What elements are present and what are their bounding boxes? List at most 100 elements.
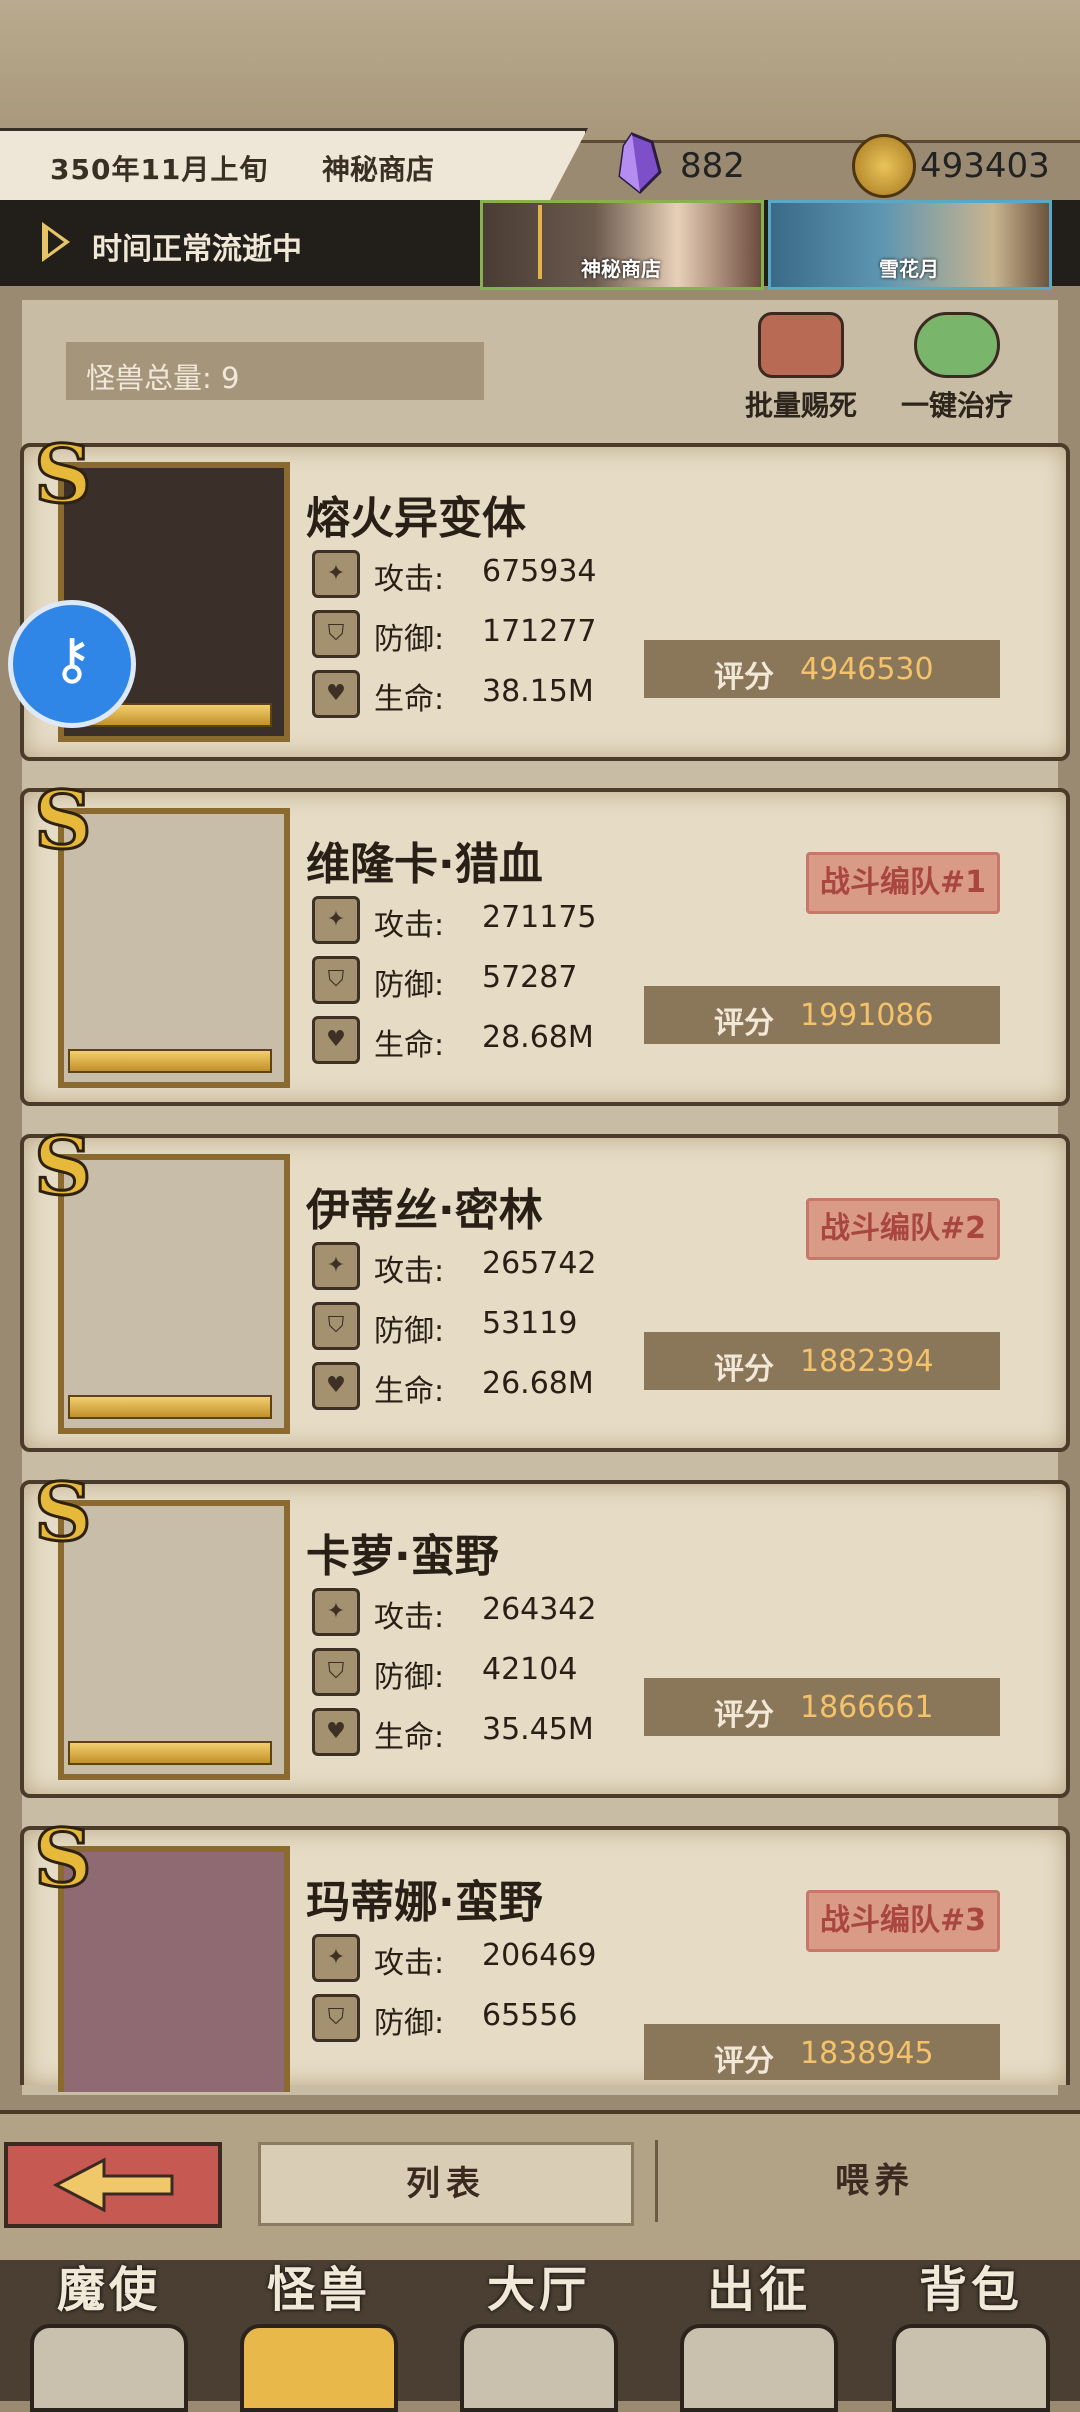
heart-icon: ♥ bbox=[312, 1708, 360, 1756]
nav-monster[interactable]: 怪兽 bbox=[224, 2250, 414, 2412]
monster-name: 熔火异变体 bbox=[306, 493, 526, 544]
score-label: 评分 bbox=[714, 660, 774, 695]
hp-value: 35.45M bbox=[482, 1712, 594, 1747]
hp-label: 生命: bbox=[374, 1028, 445, 1063]
shield-icon: ⛉ bbox=[312, 1648, 360, 1696]
nav-expedition-label: 出征 bbox=[706, 2262, 811, 2318]
svg-text:S: S bbox=[34, 430, 92, 518]
paw-icon: ✦ bbox=[312, 550, 360, 598]
team-badge: 战斗编队#3 bbox=[806, 1890, 1000, 1952]
monster-name: 伊蒂丝·密林 bbox=[306, 1185, 543, 1236]
team-badge: 战斗编队#2 bbox=[806, 1198, 1000, 1260]
svg-text:S: S bbox=[34, 1814, 92, 1902]
tab-list[interactable]: 列表 bbox=[258, 2142, 634, 2226]
event-label: 雪花月 bbox=[879, 257, 939, 281]
gold-coin-icon bbox=[852, 134, 916, 198]
nav-envoy-label: 魔使 bbox=[56, 2262, 161, 2318]
attack-label: 攻击: bbox=[374, 1946, 445, 1981]
defense-value: 65556 bbox=[482, 1998, 578, 2033]
defense-value: 53119 bbox=[482, 1306, 578, 1341]
attack-label: 攻击: bbox=[374, 1600, 445, 1635]
defense-label: 防御: bbox=[374, 1660, 445, 1695]
score-value: 1991086 bbox=[800, 998, 934, 1033]
score-box: 评分 1991086 bbox=[644, 986, 1000, 1044]
crystal-icon bbox=[618, 132, 662, 194]
score-box: 评分 1882394 bbox=[644, 1332, 1000, 1390]
s-rank-icon: S bbox=[33, 1814, 94, 1902]
timeline-marker bbox=[538, 205, 542, 279]
nav-bag[interactable]: 背包 bbox=[876, 2250, 1066, 2412]
defense-label: 防御: bbox=[374, 622, 445, 657]
shield-icon: ⛉ bbox=[312, 1994, 360, 2042]
attack-value: 271175 bbox=[482, 900, 597, 935]
play-icon-inner bbox=[48, 230, 64, 254]
svg-text:S: S bbox=[34, 1468, 92, 1556]
paw-icon: ✦ bbox=[312, 1934, 360, 1982]
event-label: 神秘商店 bbox=[581, 257, 661, 281]
key-float-button[interactable]: ⚷ bbox=[8, 600, 136, 728]
backpack-icon bbox=[892, 2324, 1050, 2412]
back-button[interactable] bbox=[4, 2142, 222, 2228]
score-label: 评分 bbox=[714, 2044, 774, 2079]
back-arrow-icon bbox=[52, 2157, 174, 2213]
top-parchment bbox=[0, 0, 1080, 143]
s-rank-icon: S bbox=[33, 776, 94, 864]
hall-icon bbox=[460, 2324, 618, 2412]
event-snow-moon[interactable]: 雪花月 bbox=[768, 200, 1052, 290]
svg-text:S: S bbox=[34, 1122, 92, 1210]
batch-kill-button[interactable]: 批量赐死 bbox=[742, 312, 860, 424]
nav-envoy[interactable]: 魔使 bbox=[14, 2250, 204, 2412]
heal-all-button[interactable]: 一键治疗 bbox=[898, 312, 1016, 424]
heal-all-label: 一键治疗 bbox=[900, 389, 1013, 422]
svg-text:S: S bbox=[34, 776, 92, 864]
score-label: 评分 bbox=[714, 1698, 774, 1733]
game-date: 350年11月上旬 bbox=[50, 153, 269, 186]
tab-divider bbox=[655, 2140, 658, 2222]
heart-icon: ♥ bbox=[312, 670, 360, 718]
nav-hall-label: 大厅 bbox=[486, 2262, 591, 2318]
time-status: 时间正常流逝中 bbox=[92, 232, 302, 267]
nav-monster-label: 怪兽 bbox=[266, 2262, 371, 2318]
score-label: 评分 bbox=[714, 1352, 774, 1387]
hp-label: 生命: bbox=[374, 1720, 445, 1755]
score-value: 1838945 bbox=[800, 2036, 934, 2071]
heart-icon: ♥ bbox=[312, 1362, 360, 1410]
nav-bag-label: 背包 bbox=[918, 2262, 1023, 2318]
tab-feed-label: 喂养 bbox=[835, 2161, 915, 2201]
defense-value: 57287 bbox=[482, 960, 578, 995]
attack-value: 675934 bbox=[482, 554, 597, 589]
tab-feed[interactable]: 喂养 bbox=[690, 2142, 1060, 2220]
defense-value: 171277 bbox=[482, 614, 597, 649]
monster-name: 维隆卡·猎血 bbox=[306, 839, 543, 890]
tab-list-label: 列表 bbox=[406, 2164, 486, 2204]
nav-hall[interactable]: 大厅 bbox=[444, 2250, 634, 2412]
paw-icon: ✦ bbox=[312, 896, 360, 944]
attack-value: 264342 bbox=[482, 1592, 597, 1627]
defense-label: 防御: bbox=[374, 2006, 445, 2041]
attack-value: 265742 bbox=[482, 1246, 597, 1281]
portrait-level-bar bbox=[68, 1049, 272, 1073]
shield-icon: ⛉ bbox=[312, 1302, 360, 1350]
portrait-level-bar bbox=[68, 1395, 272, 1419]
expedition-icon bbox=[680, 2324, 838, 2412]
current-location: 神秘商店 bbox=[322, 153, 435, 186]
portrait-level-bar bbox=[68, 1741, 272, 1765]
s-rank-icon: S bbox=[33, 1468, 94, 1556]
defense-label: 防御: bbox=[374, 968, 445, 1003]
score-value: 1882394 bbox=[800, 1344, 934, 1379]
defense-label: 防御: bbox=[374, 1314, 445, 1349]
hp-value: 28.68M bbox=[482, 1020, 594, 1055]
skull-chest-icon bbox=[758, 312, 844, 378]
attack-label: 攻击: bbox=[374, 562, 445, 597]
attack-label: 攻击: bbox=[374, 1254, 445, 1289]
nav-expedition[interactable]: 出征 bbox=[664, 2250, 854, 2412]
s-rank-icon: S bbox=[33, 1122, 94, 1210]
event-mystery-shop[interactable]: 神秘商店 bbox=[480, 200, 764, 290]
monster-face-icon bbox=[240, 2324, 398, 2412]
monster-name: 卡萝·蛮野 bbox=[306, 1531, 499, 1582]
potion-icon bbox=[914, 312, 1000, 378]
hp-value: 38.15M bbox=[482, 674, 594, 709]
defense-value: 42104 bbox=[482, 1652, 578, 1687]
score-box: 评分 1838945 bbox=[644, 2024, 1000, 2080]
monster-total: 怪兽总量: 9 bbox=[86, 361, 240, 395]
